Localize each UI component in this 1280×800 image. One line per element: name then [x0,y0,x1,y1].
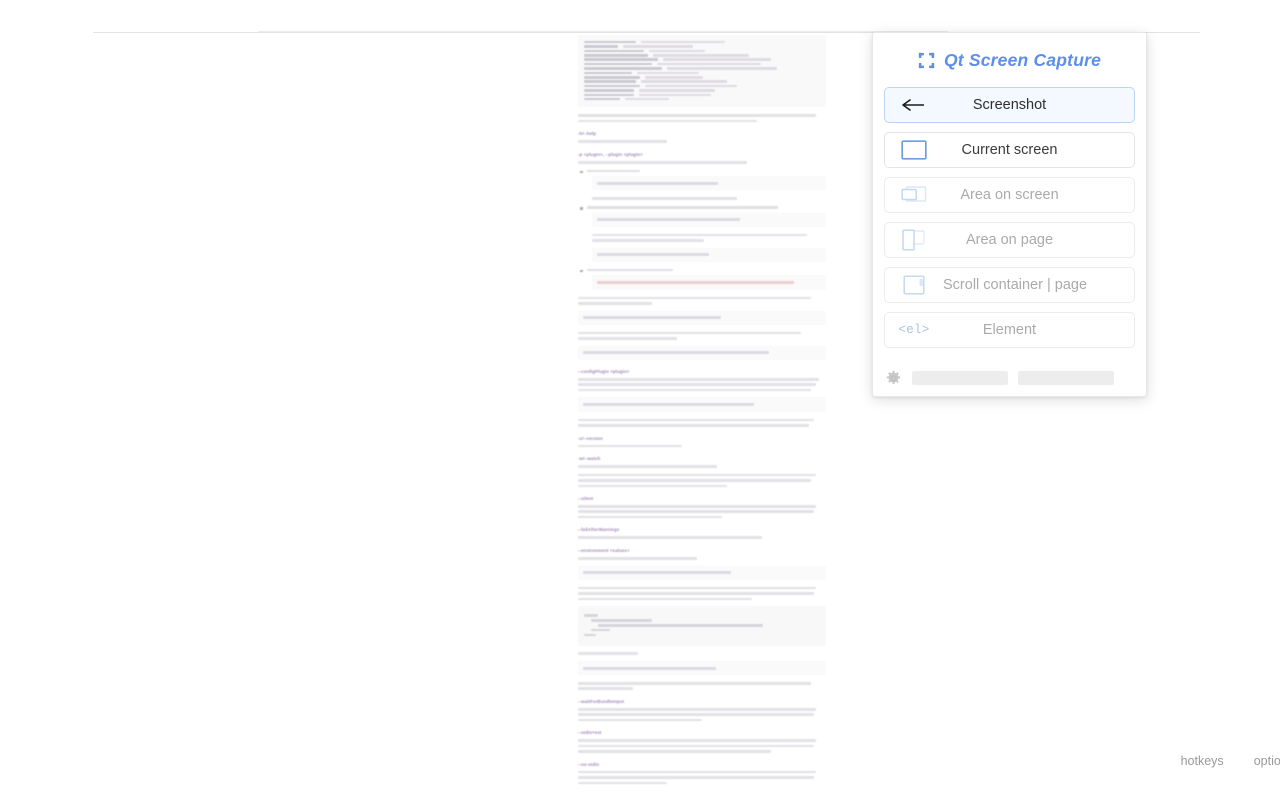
doc-heading: -w/--watch [578,456,601,462]
doc-paragraph [578,331,826,340]
doc-paragraph [578,296,826,305]
scroll-container-button-label: Scroll container | page [943,277,1088,293]
options-link[interactable]: options [1254,754,1280,768]
doc-code-block [578,397,826,412]
list-item [580,169,826,173]
footer-placeholder-right[interactable] [1018,371,1114,385]
element-tag-text: <el> [898,323,930,337]
element-tag-icon: <el> [885,323,943,337]
doc-paragraph [592,197,826,200]
doc-paragraph [578,140,826,143]
top-divider-secondary [258,31,948,32]
doc-code-block [592,212,826,227]
current-screen-button-label: Current screen [961,142,1058,158]
doc-heading: --environment <values> [578,548,630,554]
doc-paragraph [578,418,826,427]
doc-paragraph [578,682,826,691]
doc-list [578,169,826,173]
area-on-screen-button-label: Area on screen [960,187,1059,203]
doc-heading: --failAfterWarnings [578,527,620,533]
doc-paragraph [578,160,826,164]
back-arrow-icon [885,98,943,112]
hotkeys-link[interactable]: hotkeys [1181,754,1224,768]
capture-mode-list: Screenshot Current screen Area on screen… [873,87,1146,348]
doc-heading: -p <plugin>, --plugin <plugin> [578,151,643,157]
qt-screen-capture-panel: Qt Screen Capture Screenshot Current scr… [872,32,1147,397]
list-item [580,268,826,272]
area-on-screen-icon [885,185,943,205]
area-on-page-button[interactable]: Area on page [884,222,1135,258]
doc-paragraph [578,377,826,392]
doc-code-block [578,606,826,647]
doc-code-block [592,275,826,290]
gear-icon[interactable] [885,370,902,387]
doc-paragraph [578,536,826,540]
area-on-page-button-label: Area on page [965,232,1054,248]
doc-code-block [578,565,826,580]
doc-paragraph [578,505,826,519]
area-on-screen-button[interactable]: Area on screen [884,177,1135,213]
doc-paragraph [578,652,826,655]
screenshot-button[interactable]: Screenshot [884,87,1135,123]
screen-rect-icon [885,140,943,160]
panel-footer [873,360,1146,396]
scroll-container-icon [885,275,943,295]
doc-paragraph [578,708,826,722]
doc-heading: --no-stdin [578,761,600,767]
corner-links: hotkeys options [1181,754,1280,768]
doc-heading: --waitForBundleInput [578,699,625,705]
doc-paragraph [578,473,826,488]
scroll-container-button[interactable]: Scroll container | page [884,267,1135,303]
doc-paragraph [592,233,826,242]
doc-list [578,268,826,272]
doc-paragraph [578,114,826,123]
screenshot-button-label: Screenshot [972,97,1047,113]
doc-paragraph [578,586,826,601]
doc-heading: --silent [578,496,594,502]
capture-brackets-icon [918,52,935,69]
doc-heading: -h/--help [578,131,597,137]
documentation-page[interactable]: -h/--help -p <plugin>, --plugin <plugin> [578,35,826,785]
panel-title-text: Qt Screen Capture [943,49,1102,70]
element-button[interactable]: <el> Element [884,312,1135,348]
doc-paragraph [578,770,826,785]
current-screen-button[interactable]: Current screen [884,132,1135,168]
doc-code-block [592,176,826,191]
doc-heading: --configPlugin <plugin> [578,368,630,374]
doc-heading: --stdin=ext [578,730,602,736]
doc-code-block [578,345,826,360]
doc-paragraph [578,444,826,448]
footer-placeholder-left[interactable] [912,371,1008,385]
doc-code-block [592,247,826,262]
screen-root: -h/--help -p <plugin>, --plugin <plugin> [0,0,1280,800]
area-on-page-icon [885,229,943,251]
list-item [580,205,826,210]
doc-code-block [578,35,826,108]
doc-paragraph [578,739,826,753]
doc-list [578,205,826,210]
doc-paragraph [578,557,826,560]
doc-heading: -v/--version [578,435,603,441]
doc-code-block [578,310,826,325]
doc-code-block [578,660,826,676]
element-button-label: Element [982,322,1037,338]
doc-paragraph [578,465,826,468]
panel-header: Qt Screen Capture [873,33,1146,87]
